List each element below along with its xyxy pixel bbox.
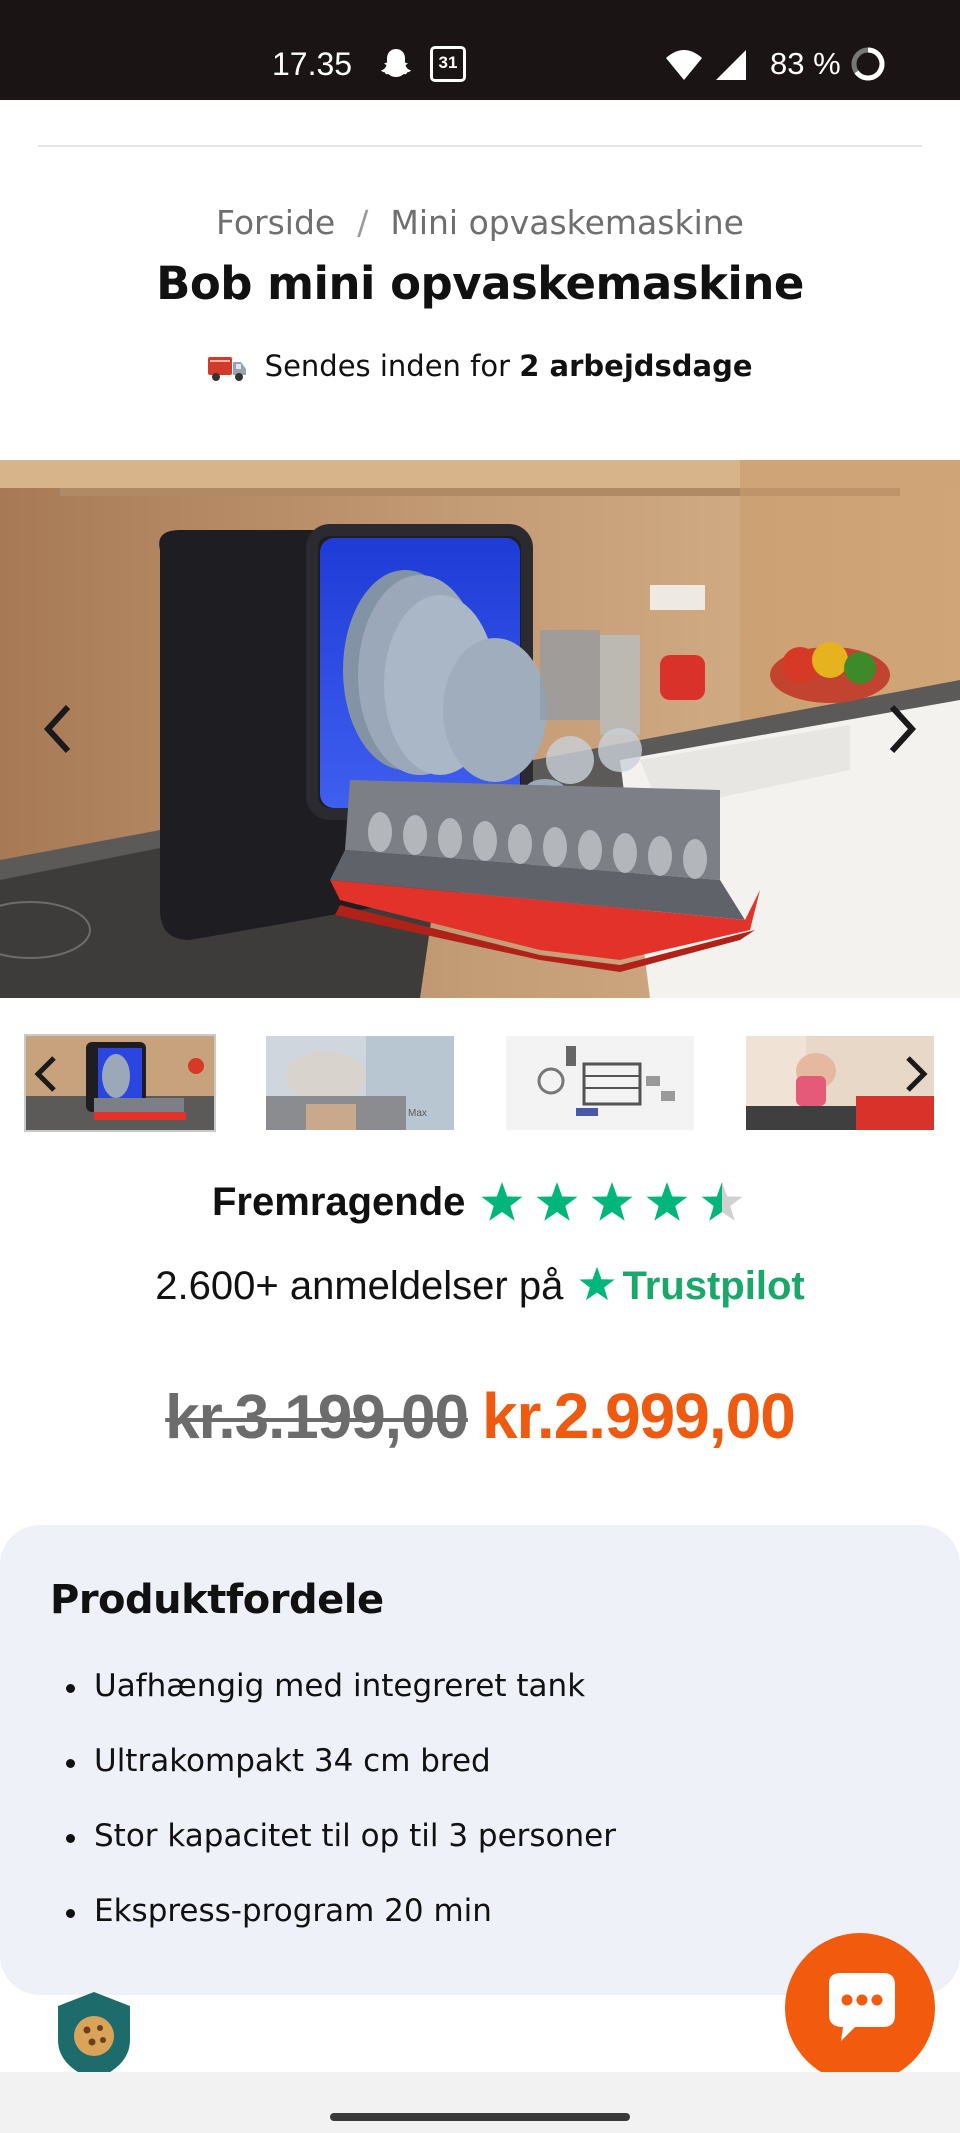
status-bar: 17.35 31 83 %	[0, 0, 960, 100]
product-benefits-card: Produktfordele Uafhængig med integreret …	[0, 1525, 960, 1995]
thumbnail-2[interactable]: Max	[266, 1036, 454, 1130]
trustpilot-rating[interactable]: Fremragende	[0, 1170, 960, 1230]
thumbnail-3[interactable]	[506, 1036, 694, 1130]
snapchat-icon	[381, 49, 411, 77]
price: kr.3.199,00 kr.2.999,00	[0, 1380, 960, 1470]
benefit-item: Stor kapacitet til op til 3 personer	[66, 1799, 616, 1874]
thumbnails-prev-button[interactable]	[26, 1044, 66, 1104]
calendar-icon: 31	[430, 46, 466, 82]
thumbnails-next-button[interactable]	[896, 1044, 936, 1104]
wifi-icon	[666, 50, 702, 80]
breadcrumb: Forside / Mini opvaskemaskine	[0, 200, 960, 246]
calendar-day: 31	[438, 53, 458, 72]
navigation-bar	[0, 2072, 960, 2133]
header-divider	[38, 145, 922, 147]
thumbnail-2-caption: Max	[408, 1108, 427, 1119]
rating-label: Fremragende	[212, 1180, 466, 1224]
gallery-next-button[interactable]	[872, 689, 932, 769]
home-gesture-handle[interactable]	[330, 2113, 630, 2121]
cookie-settings-button[interactable]	[56, 1990, 132, 2082]
trustpilot-star-icon	[579, 1266, 616, 1301]
benefits-list: Uafhængig med integreret tank Ultrakompa…	[66, 1649, 616, 1949]
chat-button[interactable]	[785, 1933, 935, 2083]
benefits-heading: Produktfordele	[50, 1577, 384, 1623]
sale-price: kr.2.999,00	[481, 1380, 796, 1452]
battery-percent: 83 %	[770, 46, 841, 81]
shipping-days: 2 arbejdsdage	[519, 349, 753, 383]
product-main-image[interactable]	[0, 460, 960, 998]
gallery-prev-button[interactable]	[28, 689, 88, 769]
old-price: kr.3.199,00	[165, 1383, 469, 1452]
status-time: 17.35	[272, 46, 353, 82]
battery-icon	[851, 47, 885, 81]
breadcrumb-separator: /	[357, 203, 369, 242]
page-title: Bob mini opvaskemaskine	[156, 257, 804, 310]
shipping-prefix: Sendes inden for	[264, 349, 511, 383]
benefit-item: Uafhængig med integreret tank	[66, 1649, 616, 1724]
reviews-count-text: 2.600+ anmeldelser på	[155, 1264, 564, 1308]
trustpilot-reviews[interactable]: 2.600+ anmeldelser på Trustpilot	[0, 1258, 960, 1314]
breadcrumb-current: Mini opvaskemaskine	[390, 203, 744, 242]
breadcrumb-home-link[interactable]: Forside	[216, 203, 335, 242]
trustpilot-link[interactable]: Trustpilot	[622, 1264, 804, 1308]
truck-icon	[208, 357, 247, 381]
thumbnail-strip: Max	[0, 1034, 960, 1132]
signal-icon	[716, 50, 746, 80]
benefit-item: Ultrakompakt 34 cm bred	[66, 1724, 616, 1799]
benefit-item: Ekspress-program 20 min	[66, 1874, 616, 1949]
star-rating-icon	[481, 1182, 743, 1221]
dishwasher-photo	[0, 460, 960, 998]
shipping-info: Sendes inden for 2 arbejdsdage	[0, 346, 960, 386]
chat-icon	[829, 1973, 895, 2041]
